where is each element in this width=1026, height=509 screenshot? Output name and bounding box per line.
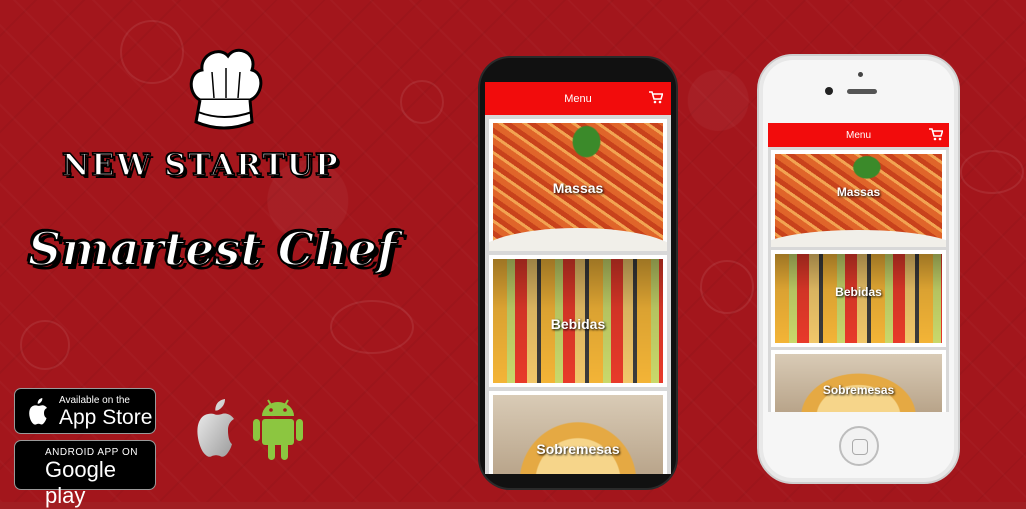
app-bar: Menu — [768, 123, 949, 147]
android-phone-mockup: Menu Massas Bebidas Sobremesas — [480, 58, 676, 488]
iphone-screen: Menu Massas Bebidas Sobremesas — [768, 123, 949, 412]
proximity-sensor — [858, 72, 863, 77]
app-name: Smartest Chef — [27, 221, 398, 277]
menu-item-label: Sobremesas — [822, 382, 895, 397]
apple-icon — [197, 399, 234, 457]
menu-item-card[interactable]: Bebidas — [771, 250, 946, 347]
cart-icon[interactable] — [649, 91, 663, 104]
front-camera — [825, 87, 833, 95]
menu-item-label: Massas — [552, 179, 604, 196]
menu-item-card[interactable]: Bebidas — [489, 255, 667, 387]
menu-item-card[interactable]: Sobremesas — [489, 391, 667, 474]
app-store-button[interactable]: Available on the App Store — [14, 388, 156, 434]
android-icon — [253, 399, 303, 460]
home-button[interactable] — [839, 426, 879, 466]
app-bar-title: Menu — [564, 92, 592, 105]
google-play-big-text: Google play — [45, 457, 116, 508]
iphone-mockup: Menu Massas Bebidas Sobremesas — [757, 54, 960, 484]
menu-item-label: Sobremesas — [536, 441, 620, 458]
google-play-button[interactable]: ANDROID APP ON Google play — [14, 440, 156, 508]
menu-item-label: Bebidas — [550, 315, 606, 332]
app-bar-title: Menu — [845, 129, 871, 141]
menu-item-label: Bebidas — [835, 284, 882, 299]
cart-icon[interactable] — [929, 128, 943, 141]
earpiece-speaker — [847, 89, 877, 94]
menu-item-card[interactable]: Sobremesas — [771, 350, 946, 412]
android-phone-screen: Menu Massas Bebidas Sobremesas — [485, 82, 671, 474]
apple-icon — [29, 398, 47, 425]
menu-item-card[interactable]: Massas — [771, 150, 946, 247]
dessert-image — [493, 395, 663, 474]
app-store-big-text: App Store — [59, 406, 153, 429]
menu-item-card[interactable]: Massas — [489, 119, 667, 251]
chef-hat-icon — [189, 48, 263, 130]
app-bar: Menu — [485, 82, 671, 115]
menu-item-label: Massas — [836, 184, 881, 199]
app-store-small-text: Available on the — [59, 395, 130, 406]
tagline: NEW STARTUP — [61, 147, 340, 184]
